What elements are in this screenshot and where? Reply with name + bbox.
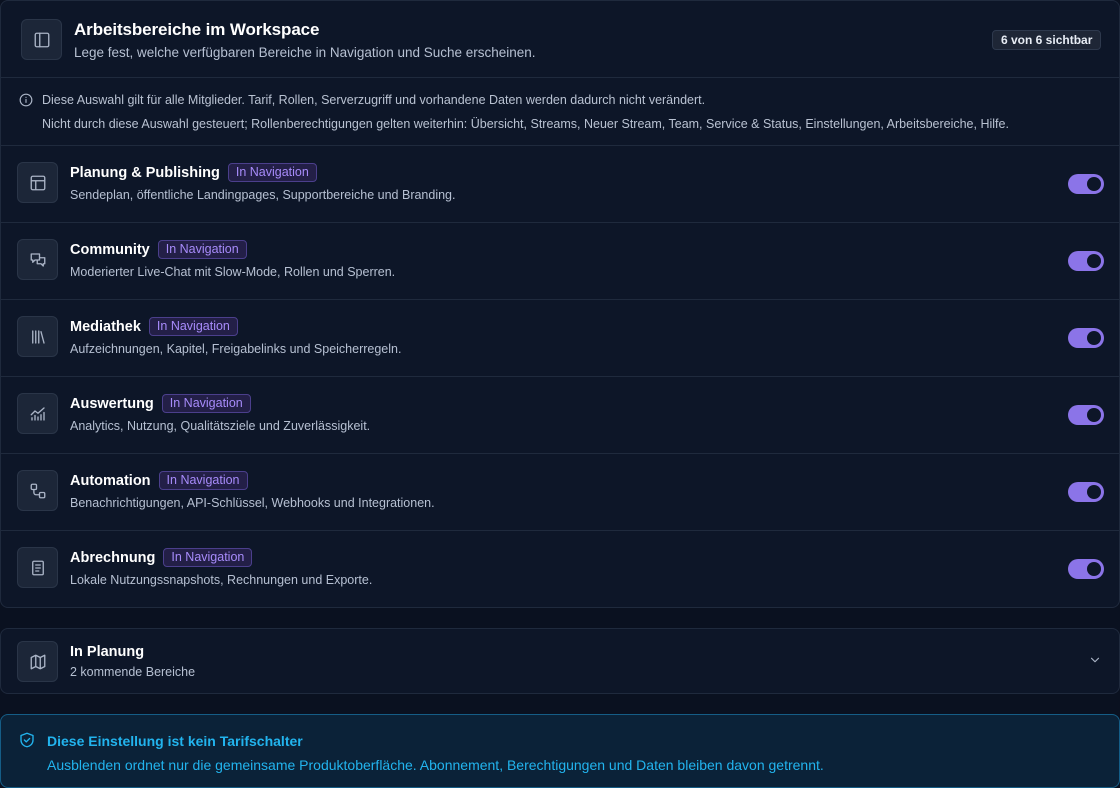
- module-row-community: Community In Navigation Moderierter Live-…: [1, 223, 1119, 300]
- info-bar: [1, 78, 1119, 146]
- module-description: Benachrichtigungen, API-Schlüssel, Webho…: [70, 496, 435, 510]
- module-toggle-abrechnung[interactable]: [1068, 559, 1104, 579]
- tariff-notice: Diese Einstellung ist kein Tarifschalter…: [0, 714, 1120, 788]
- planned-subtitle: 2 kommende Bereiche: [70, 665, 196, 679]
- planned-title: In Planung: [70, 644, 145, 660]
- planned-areas-collapsible[interactable]: In Planung 2 kommende Bereiche: [0, 628, 1120, 694]
- module-toggle-community[interactable]: [1068, 251, 1104, 271]
- module-row-auswertung: Auswertung In Navigation Analytics, Nutzu…: [1, 377, 1119, 454]
- module-row-abrechnung: Abrechnung In Navigation Lokale Nutzungss…: [1, 531, 1119, 608]
- receipt-icon: [17, 547, 58, 588]
- module-toggle-automation[interactable]: [1068, 482, 1104, 502]
- module-row-planung: Planung & Publishing In Navigation Sendep…: [1, 146, 1119, 223]
- module-title: Planung & Publishing In Navigation: [70, 163, 317, 182]
- map-icon: [17, 641, 58, 682]
- module-description: Sendeplan, öffentliche Landingpages, Sup…: [70, 188, 456, 202]
- module-toggle-auswertung[interactable]: [1068, 405, 1104, 425]
- module-title: Abrechnung In Navigation: [70, 548, 253, 567]
- module-title: Community In Navigation: [70, 240, 247, 259]
- workspace-areas-card: Arbeitsbereiche im Workspace Lege fest, …: [0, 0, 1120, 608]
- module-row-mediathek: Mediathek In Navigation Aufzeichnungen, K…: [1, 300, 1119, 377]
- info-text-not-controlled: Nicht durch diese Auswahl gesteuert; Rol…: [42, 117, 1009, 131]
- shield-check-icon: [18, 731, 36, 749]
- module-description: Moderierter Live-Chat mit Slow-Mode, Rol…: [70, 265, 396, 279]
- module-toggle-planung[interactable]: [1068, 174, 1104, 194]
- navigation-badge: In Navigation: [157, 240, 247, 259]
- navigation-badge: In Navigation: [158, 471, 248, 490]
- module-row-automation: Automation In Navigation Benachrichtigung…: [1, 454, 1119, 531]
- module-title: Mediathek In Navigation: [70, 317, 238, 336]
- page-subtitle: Lege fest, welche verfügbaren Bereiche i…: [74, 45, 536, 60]
- navigation-badge: In Navigation: [161, 394, 251, 413]
- module-description: Lokale Nutzungssnapshots, Rechnungen und…: [70, 573, 373, 587]
- library-icon: [17, 316, 58, 357]
- module-title: Automation In Navigation: [70, 471, 248, 490]
- card-header: Arbeitsbereiche im Workspace Lege fest, …: [1, 1, 1119, 78]
- navigation-badge: In Navigation: [148, 317, 238, 336]
- module-toggle-mediathek[interactable]: [1068, 328, 1104, 348]
- info-icon: [19, 93, 33, 107]
- layout-icon: [17, 162, 58, 203]
- chart-icon: [17, 393, 58, 434]
- sidebar-panel-icon: [21, 19, 62, 60]
- visible-count-badge: 6 von 6 sichtbar: [992, 30, 1102, 50]
- navigation-badge: In Navigation: [163, 548, 253, 567]
- chevron-down-icon[interactable]: [1088, 653, 1102, 667]
- navigation-badge: In Navigation: [227, 163, 317, 182]
- module-description: Analytics, Nutzung, Qualitätsziele und Z…: [70, 419, 371, 433]
- notice-title: Diese Einstellung ist kein Tarifschalter: [47, 733, 303, 749]
- module-title: Auswertung In Navigation: [70, 394, 251, 413]
- module-description: Aufzeichnungen, Kapitel, Freigabelinks u…: [70, 342, 402, 356]
- workflow-icon: [17, 470, 58, 511]
- chat-bubbles-icon: [17, 239, 58, 280]
- page-title: Arbeitsbereiche im Workspace: [74, 20, 320, 39]
- info-text-scope: Diese Auswahl gilt für alle Mitglieder. …: [42, 93, 706, 107]
- notice-text: Ausblenden ordnet nur die gemeinsame Pro…: [47, 757, 824, 773]
